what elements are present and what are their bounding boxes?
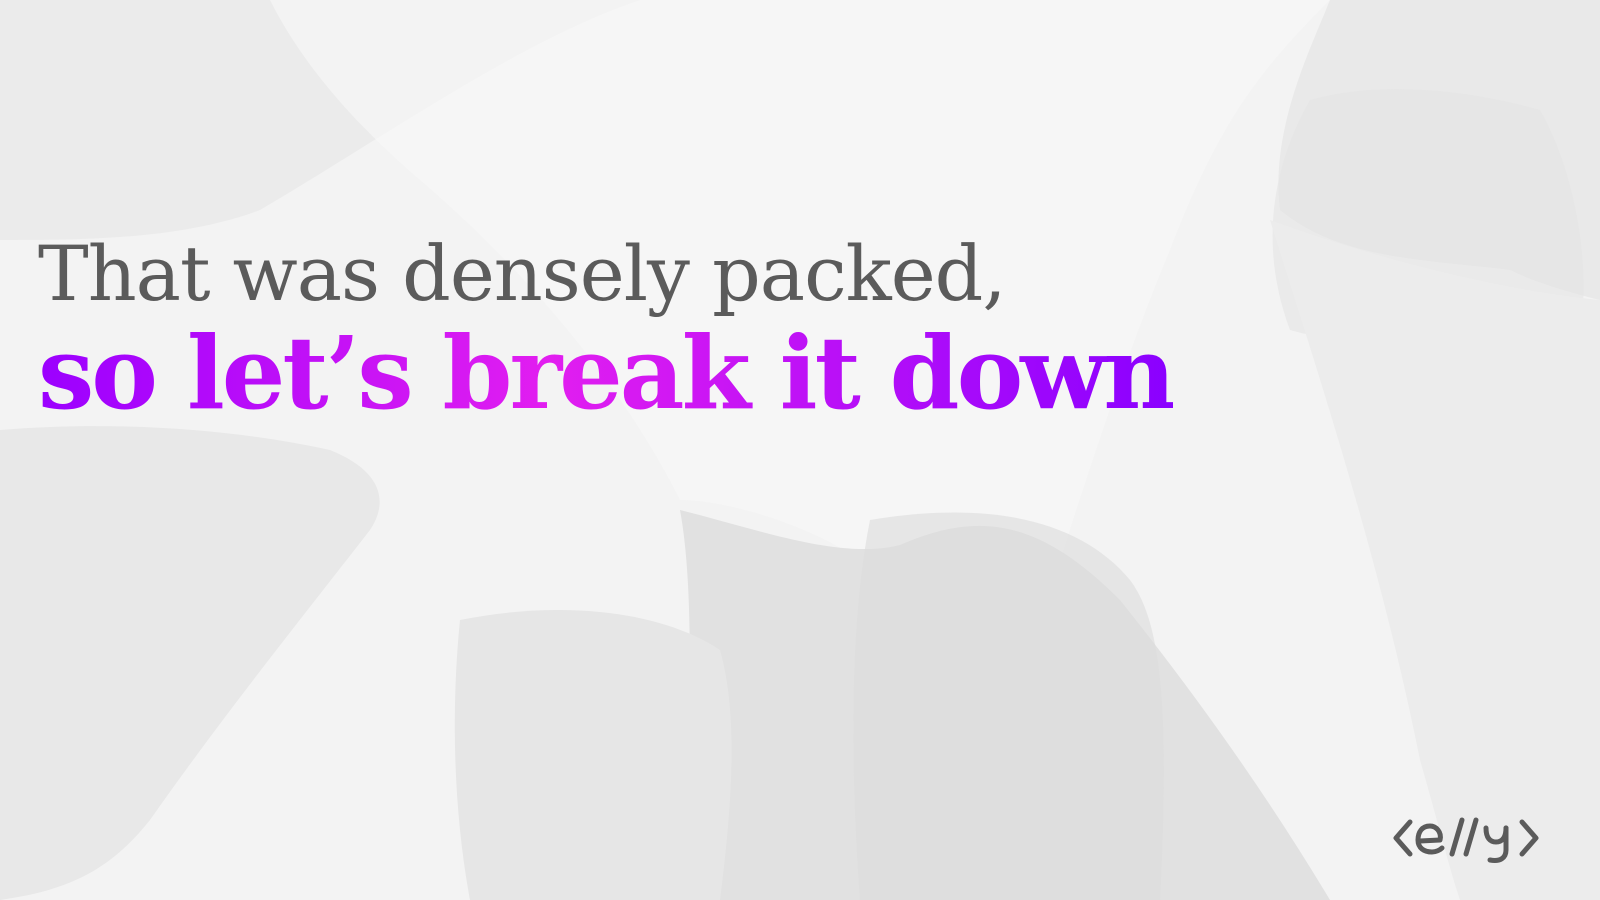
headline-line-1: That was densely packed, [38,229,1007,318]
headline-line-2: so let’s break it down [38,313,1176,432]
background-shapes [0,0,1600,900]
elly-code-logo-icon [1393,817,1539,863]
slide-headline: That was densely packed, so let’s break … [38,229,1176,432]
